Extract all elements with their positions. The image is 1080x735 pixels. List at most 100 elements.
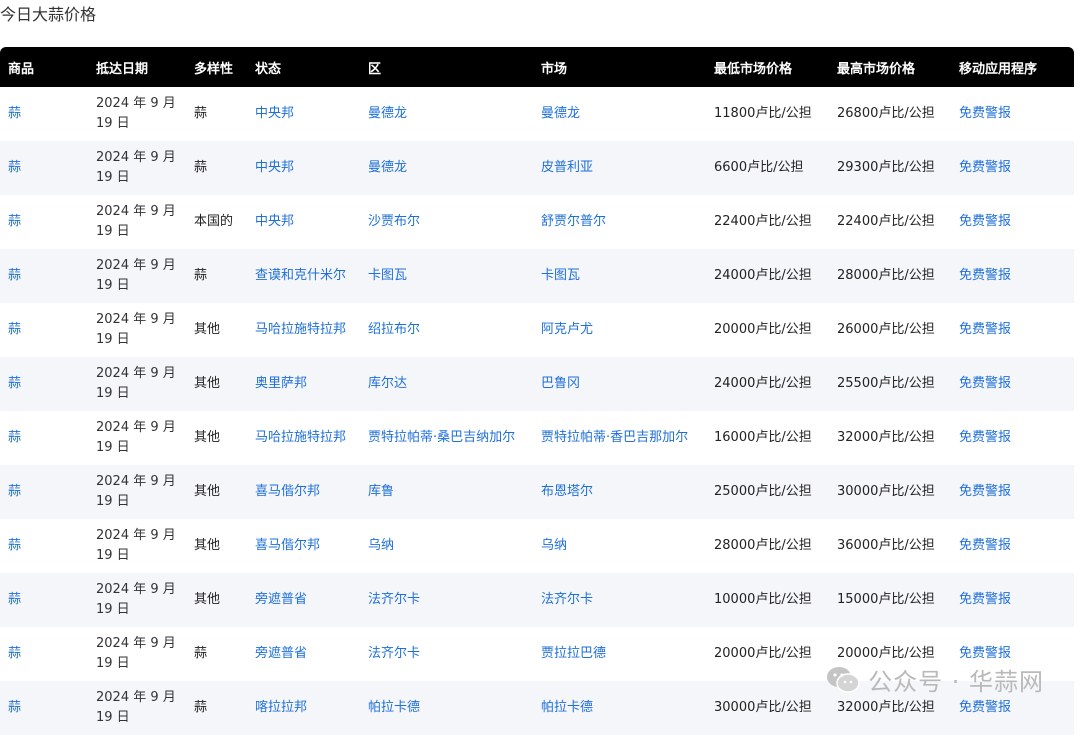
cell-market-cell: 曼德龙 [533,87,706,141]
cell-commodity[interactable]: 蒜 [8,268,21,283]
cell-max-price-cell: 20000卢比/公担 [829,627,951,681]
cell-district[interactable]: 曼德龙 [368,106,407,121]
cell-commodity[interactable]: 蒜 [8,592,21,607]
header-max-price: 最高市场价格 [829,47,951,87]
cell-commodity[interactable]: 蒜 [8,160,21,175]
table-body: 蒜 2024 年 9 月 19 日蒜中央邦 曼德龙 曼德龙 11800卢比/公担 2680… [0,87,1074,735]
cell-market-cell: 阿克卢尤 [533,303,706,357]
cell-commodity-cell: 蒜 [0,627,88,681]
cell-district[interactable]: 库鲁 [368,484,394,499]
cell-market-cell: 巴鲁冈 [533,357,706,411]
cell-district[interactable]: 沙贾布尔 [368,214,420,229]
cell-min-price-cell: 25000卢比/公担 [706,465,829,519]
cell-state[interactable]: 中央邦 [255,160,294,175]
cell-min-price-cell: 11800卢比/公担 [706,87,829,141]
cell-state[interactable]: 中央邦 [255,214,294,229]
cell-state-cell: 马哈拉施特拉邦 [247,303,360,357]
cell-variety-cell: 蒜 [186,249,247,303]
cell-state[interactable]: 马哈拉施特拉邦 [255,430,346,445]
cell-district[interactable]: 贾特拉帕蒂·桑巴吉纳加尔 [368,430,515,445]
cell-market[interactable]: 巴鲁冈 [541,376,580,391]
cell-commodity[interactable]: 蒜 [8,646,21,661]
cell-state[interactable]: 查谟和克什米尔 [255,268,346,283]
cell-district[interactable]: 绍拉布尔 [368,322,420,337]
cell-state-cell: 中央邦 [247,195,360,249]
cell-state[interactable]: 喜马偕尔邦 [255,484,320,499]
cell-market[interactable]: 贾拉拉巴德 [541,646,606,661]
cell-district[interactable]: 库尔达 [368,376,407,391]
cell-commodity[interactable]: 蒜 [8,700,21,715]
cell-commodity[interactable]: 蒜 [8,430,21,445]
cell-market[interactable]: 布恩塔尔 [541,484,593,499]
cell-commodity-cell: 蒜 [0,357,88,411]
free-alert-link-cell: 免费警报 [951,519,1074,573]
header-min-price: 最低市场价格 [706,47,829,87]
cell-market[interactable]: 曼德龙 [541,106,580,121]
free-alert-link[interactable]: 免费警报 [959,268,1011,283]
cell-state[interactable]: 奥里萨邦 [255,376,307,391]
cell-arrival-date-cell: 2024 年 9 月 19 日 [88,573,186,627]
cell-state-cell: 喀拉拉邦 [247,681,360,735]
free-alert-link[interactable]: 免费警报 [959,646,1011,661]
cell-state[interactable]: 喀拉拉邦 [255,700,307,715]
cell-commodity-cell: 蒜 [0,141,88,195]
cell-district-cell: 曼德龙 [360,141,533,195]
free-alert-link[interactable]: 免费警报 [959,592,1011,607]
cell-commodity[interactable]: 蒜 [8,322,21,337]
cell-commodity-cell: 蒜 [0,411,88,465]
cell-variety-cell: 其他 [186,465,247,519]
free-alert-link[interactable]: 免费警报 [959,430,1011,445]
cell-max-price: 32000卢比/公担 [837,700,935,715]
free-alert-link[interactable]: 免费警报 [959,214,1011,229]
cell-arrival-date-cell: 2024 年 9 月 19 日 [88,519,186,573]
cell-district[interactable]: 法齐尔卡 [368,646,420,661]
cell-variety: 其他 [194,538,221,553]
cell-market[interactable]: 帕拉卡德 [541,700,593,715]
cell-commodity[interactable]: 蒜 [8,538,21,553]
free-alert-link[interactable]: 免费警报 [959,484,1011,499]
cell-state[interactable]: 马哈拉施特拉邦 [255,322,346,337]
cell-state[interactable]: 中央邦 [255,106,294,121]
cell-commodity-cell: 蒜 [0,303,88,357]
cell-market[interactable]: 法齐尔卡 [541,592,593,607]
cell-market[interactable]: 阿克卢尤 [541,322,593,337]
cell-market-cell: 帕拉卡德 [533,681,706,735]
cell-district-cell: 卡图瓦 [360,249,533,303]
free-alert-link[interactable]: 免费警报 [959,106,1011,121]
cell-district[interactable]: 帕拉卡德 [368,700,420,715]
free-alert-link-cell: 免费警报 [951,411,1074,465]
cell-max-price-cell: 32000卢比/公担 [829,411,951,465]
cell-district-cell: 法齐尔卡 [360,627,533,681]
free-alert-link[interactable]: 免费警报 [959,376,1011,391]
free-alert-link[interactable]: 免费警报 [959,322,1011,337]
table-row: 蒜 2024 年 9 月 19 日 其他 马哈拉施特拉邦 贾特拉帕蒂·桑巴吉纳加尔 贾特拉… [0,411,1074,465]
cell-variety: 其他 [194,430,221,445]
cell-min-price: 6600卢比/公担 [714,160,804,175]
cell-commodity[interactable]: 蒜 [8,376,21,391]
free-alert-link[interactable]: 免费警报 [959,538,1011,553]
free-alert-link-cell: 免费警报 [951,357,1074,411]
cell-state-cell: 中央邦 [247,87,360,141]
cell-min-price-cell: 20000卢比/公担 [706,627,829,681]
cell-market[interactable]: 皮普利亚 [541,160,593,175]
cell-market[interactable]: 贾特拉帕蒂·香巴吉那加尔 [541,430,688,445]
cell-district[interactable]: 曼德龙 [368,160,407,175]
cell-market[interactable]: 乌纳 [541,538,567,553]
cell-commodity[interactable]: 蒜 [8,214,21,229]
free-alert-link[interactable]: 免费警报 [959,160,1011,175]
cell-max-price: 20000卢比/公担 [837,646,935,661]
cell-district[interactable]: 卡图瓦 [368,268,407,283]
cell-state[interactable]: 喜马偕尔邦 [255,538,320,553]
cell-district[interactable]: 法齐尔卡 [368,592,420,607]
table-row: 蒜 2024 年 9 月 19 日 本国的 中央邦 沙贾布尔 舒贾尔普尔 22400卢比/公… [0,195,1074,249]
cell-commodity[interactable]: 蒜 [8,106,21,121]
cell-state[interactable]: 旁遮普省 [255,592,307,607]
free-alert-link[interactable]: 免费警报 [959,700,1011,715]
cell-max-price: 36000卢比/公担 [837,538,935,553]
cell-state[interactable]: 旁遮普省 [255,646,307,661]
cell-district[interactable]: 乌纳 [368,538,394,553]
cell-market[interactable]: 舒贾尔普尔 [541,214,606,229]
cell-commodity[interactable]: 蒜 [8,484,21,499]
cell-max-price: 15000卢比/公担 [837,592,935,607]
cell-market[interactable]: 卡图瓦 [541,268,580,283]
